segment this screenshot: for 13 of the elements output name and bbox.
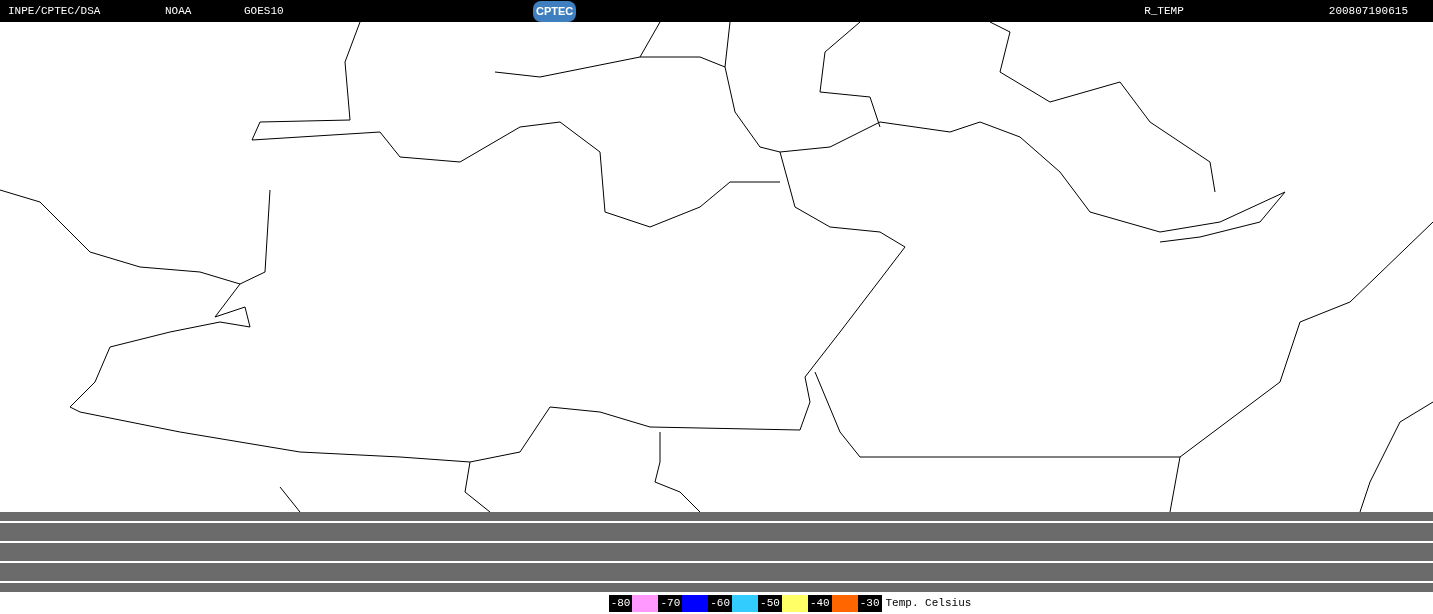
header-label: INPE/CPTEC/DSA	[8, 3, 102, 19]
legend-value: -60	[708, 594, 733, 612]
legend-value: -70	[658, 594, 683, 612]
legend-value: -40	[807, 594, 832, 612]
legend-value: -50	[758, 594, 782, 612]
legend-value: -30	[857, 594, 882, 612]
product-label: R_TEMP	[1144, 3, 1184, 19]
header-label: GOES10	[244, 3, 285, 19]
logo: CPTEC	[533, 0, 577, 22]
timestamp: 200807190615	[1328, 3, 1408, 19]
header-label: NOAA	[165, 3, 193, 19]
legend-value: -80	[608, 594, 633, 612]
legend-unit: Temp. Celsius	[885, 595, 972, 611]
